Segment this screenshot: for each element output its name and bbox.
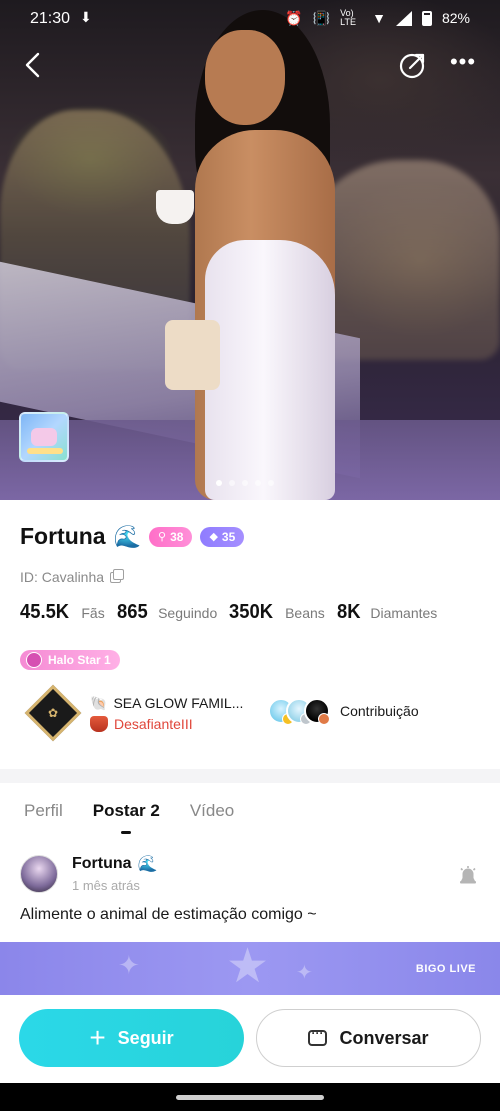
family-logo: ✿ xyxy=(24,684,82,742)
chat-label: Conversar xyxy=(339,1027,429,1048)
wifi-icon: ▼ xyxy=(372,10,386,26)
profile-stats: 45.5K Fãs 865 Seguindo 350K Beans 8K Dia… xyxy=(20,601,441,624)
profile-name-row: Fortuna 🌊 ⚲ 38 ◆ 35 xyxy=(20,523,245,550)
gem-badge[interactable]: ◆ 35 xyxy=(200,526,245,547)
search-icon: ⚲ xyxy=(158,531,167,543)
star-decoration: ✦ xyxy=(118,950,140,980)
post-header: Fortuna 🌊 1 mês atrás xyxy=(20,854,157,893)
contribution-label: Contribuição xyxy=(340,703,419,719)
lte-label: Vo) LTE xyxy=(340,8,356,27)
carousel-dot xyxy=(255,480,261,486)
profile-name: Fortuna xyxy=(20,523,106,549)
diamonds-label: Diamantes xyxy=(370,605,438,621)
share-icon xyxy=(399,53,425,79)
contributor-avatar xyxy=(304,698,330,725)
bottom-action-bar: + Seguir Conversar xyxy=(0,995,500,1083)
alarm-icon[interactable] xyxy=(458,865,478,885)
status-bar: 21:30 ⬇ ⏰ 📳 Vo) LTE ▼ 82% xyxy=(0,0,500,36)
contribution-ranking[interactable]: Contribuição xyxy=(268,698,419,725)
tab-perfil[interactable]: Perfil xyxy=(24,801,63,821)
tab-video[interactable]: Vídeo xyxy=(190,801,234,821)
section-divider xyxy=(0,769,500,783)
follow-button[interactable]: + Seguir xyxy=(19,1009,244,1067)
diamonds-count: 8K xyxy=(336,601,361,623)
wave-emoji-icon: 🌊 xyxy=(137,856,158,873)
bigo-live-watermark: BIGO LIVE xyxy=(415,963,476,975)
cup xyxy=(156,190,194,224)
fans-count[interactable]: 45.5K xyxy=(20,601,69,624)
profile-tabs: Perfil Postar 2 Vídeo xyxy=(24,801,234,834)
gem-badge-value: 35 xyxy=(221,529,236,544)
battery-percent: 82% xyxy=(441,10,470,26)
crest-icon xyxy=(90,715,108,732)
beans-count: 350K xyxy=(229,601,274,623)
following-label: Seguindo xyxy=(158,605,218,621)
download-icon: ⬇ xyxy=(80,9,92,25)
carousel-indicator xyxy=(216,480,274,486)
share-button[interactable] xyxy=(398,50,428,80)
level-badge[interactable]: ⚲ 38 xyxy=(149,526,193,547)
star-decoration: ★ xyxy=(226,942,270,993)
chat-icon xyxy=(308,1026,328,1046)
wave-emoji-icon: 🌊 xyxy=(113,523,142,549)
carousel-dot xyxy=(229,480,235,486)
handbag xyxy=(165,320,220,390)
chat-button[interactable]: Conversar xyxy=(256,1009,481,1067)
room-thumbnail[interactable] xyxy=(19,412,69,462)
post-text: Alimente o animal de estimação comigo ~ xyxy=(20,906,317,923)
family-name: SEA GLOW FAMIL... xyxy=(113,695,244,711)
shell-icon: 🐚 xyxy=(90,694,108,711)
avatar[interactable] xyxy=(20,854,58,893)
cell-signal-icon xyxy=(395,10,412,26)
post-author[interactable]: Fortuna xyxy=(72,855,132,873)
plus-icon: + xyxy=(89,1022,106,1053)
carousel-dot xyxy=(268,480,274,486)
back-arrow-icon xyxy=(25,52,40,78)
home-gesture-pill[interactable] xyxy=(176,1095,324,1100)
family-logo-mark: ✿ xyxy=(47,706,59,720)
level-badge-value: 38 xyxy=(170,529,184,544)
battery-icon xyxy=(421,10,432,26)
fans-label: Fãs xyxy=(81,605,105,621)
halo-star-badge[interactable]: Halo Star 1 xyxy=(20,650,120,670)
halo-star-label: Halo Star 1 xyxy=(48,653,111,667)
status-time: 21:30 xyxy=(30,10,71,27)
system-navigation-bar xyxy=(0,1083,500,1111)
tab-postar[interactable]: Postar 2 xyxy=(93,801,160,834)
person-head xyxy=(205,30,285,125)
family-rank: DesafianteIII xyxy=(114,715,193,732)
following-count[interactable]: 865 xyxy=(117,601,148,624)
more-icon: ••• xyxy=(449,49,477,74)
diamond-icon: ◆ xyxy=(209,531,218,543)
post-image-banner[interactable]: ✦ ★ ✦ BIGO LIVE xyxy=(0,942,500,995)
profile-id-text: ID: Cavalinha xyxy=(20,569,105,585)
more-options-button[interactable]: ••• xyxy=(448,49,478,78)
carousel-dot xyxy=(242,480,248,486)
star-decoration: ✦ xyxy=(296,962,313,984)
carousel-dot xyxy=(216,480,222,486)
status-icons: ⏰ 📳 Vo) LTE ▼ 82% xyxy=(285,9,470,27)
copy-icon[interactable] xyxy=(110,568,125,583)
halo-star-icon xyxy=(26,652,42,668)
alarm-status-icon: ⏰ xyxy=(285,9,303,26)
vibrate-icon: 📳 xyxy=(312,9,331,26)
follow-label: Seguir xyxy=(117,1027,174,1048)
profile-id[interactable]: ID: Cavalinha xyxy=(20,568,125,585)
bronze-medal-icon xyxy=(318,713,330,725)
family-card[interactable]: ✿ 🐚 SEA GLOW FAMIL... DesafianteIII xyxy=(24,684,244,742)
beans-label: Beans xyxy=(285,605,325,621)
post-timestamp: 1 mês atrás xyxy=(72,878,140,893)
person-dress xyxy=(205,240,335,500)
back-button[interactable] xyxy=(18,48,48,82)
